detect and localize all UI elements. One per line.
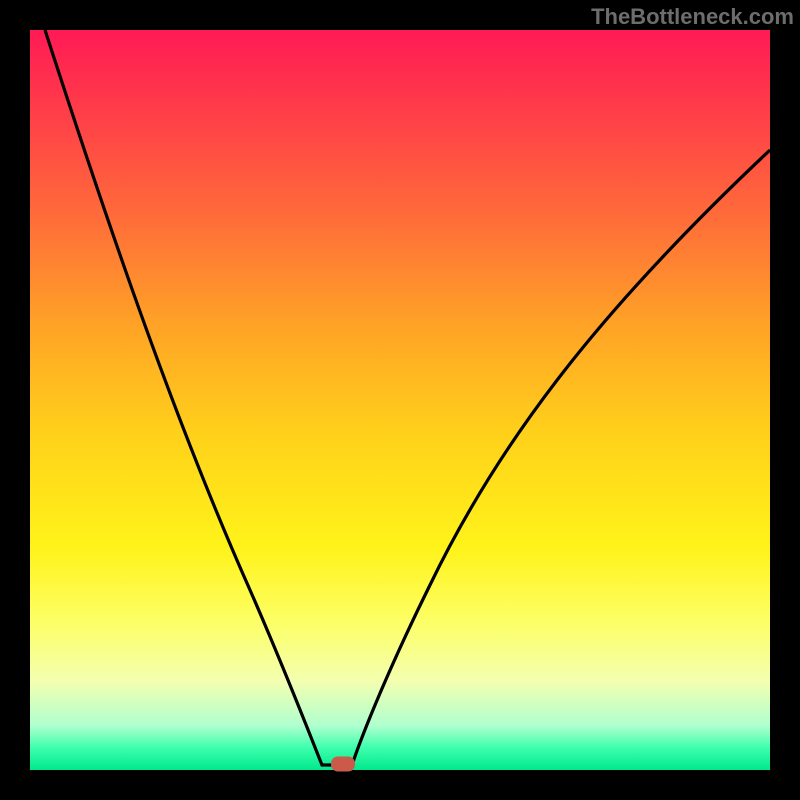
chart-frame: TheBottleneck.com — [0, 0, 800, 800]
curve-path — [45, 30, 770, 765]
credit-label: TheBottleneck.com — [591, 4, 794, 30]
bottleneck-curve — [30, 30, 770, 770]
optimal-marker — [331, 757, 355, 772]
plot-area — [30, 30, 770, 770]
